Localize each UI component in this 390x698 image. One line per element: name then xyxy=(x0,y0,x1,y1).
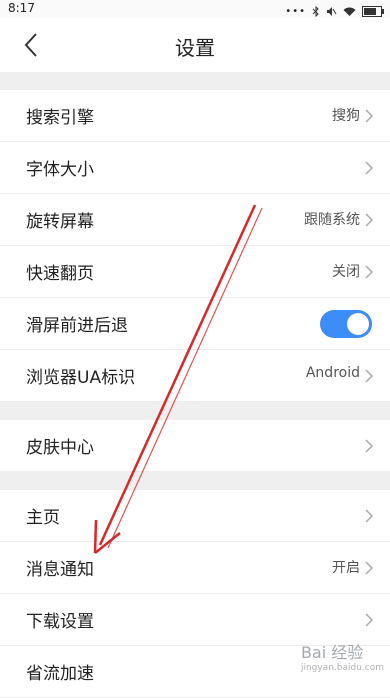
setting-label: 主页 xyxy=(26,508,60,528)
page-title: 设置 xyxy=(175,36,215,60)
setting-quick-page-turn[interactable]: 快速翻页 关闭 xyxy=(0,246,390,298)
setting-label: 皮肤中心 xyxy=(26,438,94,458)
setting-browser-ua[interactable]: 浏览器UA标识 Android xyxy=(0,350,390,402)
battery-icon xyxy=(362,6,384,17)
chevron-right-icon xyxy=(365,509,374,523)
setting-value: 跟随系统 xyxy=(304,212,360,228)
watermark: Bai 经验 jingyan.baidu.com xyxy=(301,639,384,673)
signal-dots-icon: ••• xyxy=(285,6,306,17)
setting-value: 搜狗 xyxy=(332,108,360,124)
header: 设置 xyxy=(0,18,390,72)
chevron-right-icon xyxy=(365,161,374,175)
setting-rotate-screen[interactable]: 旋转屏幕 跟随系统 xyxy=(0,194,390,246)
setting-label: 快速翻页 xyxy=(26,264,94,284)
chevron-right-icon xyxy=(365,439,374,453)
setting-value: 开启 xyxy=(332,560,360,576)
swipe-navigation-toggle[interactable] xyxy=(320,310,372,338)
status-time: 8:17 xyxy=(8,1,35,15)
setting-label: 搜索引擎 xyxy=(26,108,94,128)
setting-label: 消息通知 xyxy=(26,560,94,580)
watermark-text: Bai 经验 xyxy=(300,643,364,662)
setting-notifications[interactable]: 消息通知 开启 xyxy=(0,542,390,594)
section-divider xyxy=(0,72,390,90)
setting-value: 关闭 xyxy=(332,264,360,280)
setting-label: 滑屏前进后退 xyxy=(26,316,128,336)
setting-label: 下载设置 xyxy=(26,612,94,632)
section-divider xyxy=(0,402,390,420)
setting-skin-center[interactable]: 皮肤中心 xyxy=(0,420,390,472)
setting-value: Android xyxy=(305,365,360,381)
setting-swipe-navigation: 滑屏前进后退 xyxy=(0,298,390,350)
chevron-right-icon xyxy=(365,265,374,279)
toggle-knob xyxy=(347,313,369,335)
section-divider xyxy=(0,472,390,490)
status-bar: 8:17 ••• xyxy=(0,0,390,18)
setting-font-size[interactable]: 字体大小 xyxy=(0,142,390,194)
chevron-right-icon xyxy=(365,369,374,383)
setting-label: 省流加速 xyxy=(26,664,94,684)
chevron-right-icon xyxy=(365,109,374,123)
chevron-right-icon xyxy=(365,213,374,227)
setting-search-engine[interactable]: 搜索引擎 搜狗 xyxy=(0,90,390,142)
chevron-right-icon xyxy=(365,561,374,575)
chevron-right-icon xyxy=(365,613,374,627)
watermark-sub: jingyan.baidu.com xyxy=(300,663,384,673)
setting-label: 字体大小 xyxy=(26,160,94,180)
setting-label: 旋转屏幕 xyxy=(26,212,94,232)
setting-homepage[interactable]: 主页 xyxy=(0,490,390,542)
setting-label: 浏览器UA标识 xyxy=(26,368,136,388)
